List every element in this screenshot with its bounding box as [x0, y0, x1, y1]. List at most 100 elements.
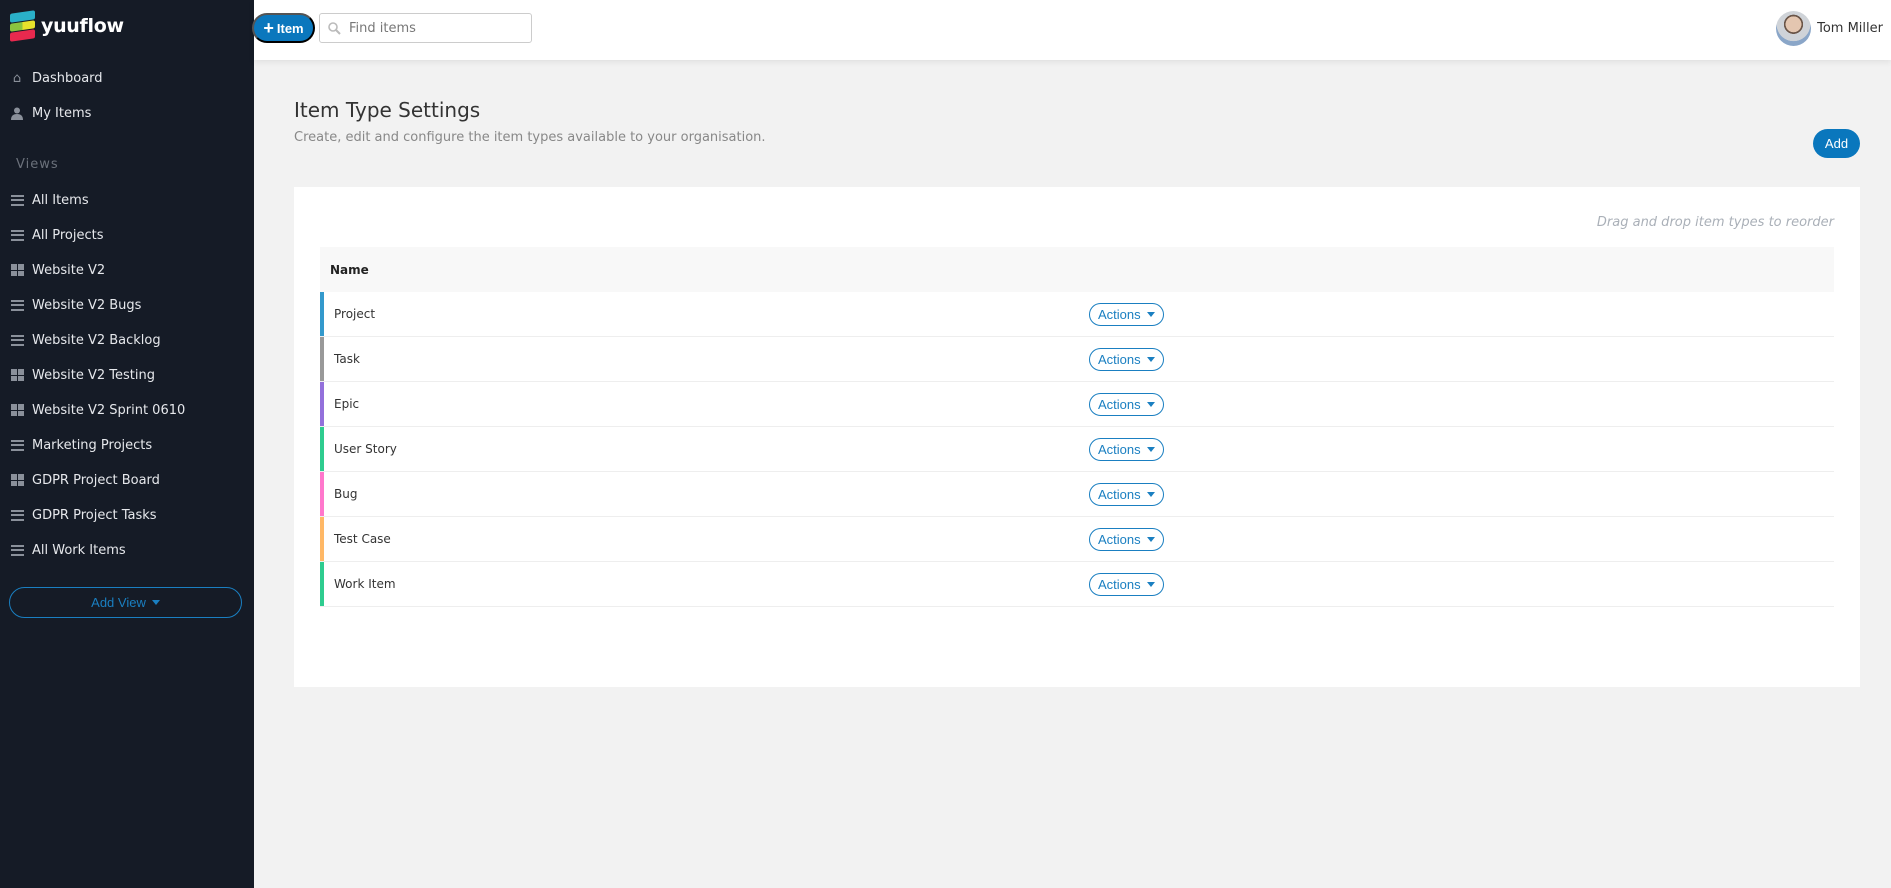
sidebar-view-item[interactable]: Website V2 — [10, 260, 105, 280]
actions-dropdown-button[interactable]: Actions — [1089, 392, 1164, 416]
new-item-label: Item — [276, 20, 304, 36]
views-heading: Views — [16, 157, 59, 172]
page-title: Item Type Settings — [294, 98, 481, 122]
new-item-button[interactable]: + Item — [252, 13, 315, 43]
sidebar-view-item[interactable]: Website V2 Sprint 0610 — [10, 400, 185, 420]
actions-dropdown-button[interactable]: Actions — [1089, 302, 1164, 326]
add-view-button[interactable]: Add View — [9, 587, 242, 618]
type-color-bar — [320, 517, 324, 561]
actions-label: Actions — [1098, 396, 1141, 412]
sidebar-item-label: GDPR Project Tasks — [32, 507, 157, 523]
list-icon — [10, 439, 24, 451]
plus-icon: + — [263, 18, 274, 38]
table-row[interactable]: Epic Actions — [320, 382, 1834, 427]
sidebar: yuuflow ⌂ Dashboard My Items Views All I… — [0, 0, 254, 888]
actions-dropdown-button[interactable]: Actions — [1089, 572, 1164, 596]
caret-down-icon — [1146, 581, 1155, 587]
item-type-name: Bug — [334, 487, 358, 501]
logo[interactable]: yuuflow — [10, 10, 124, 42]
actions-label: Actions — [1098, 531, 1141, 547]
actions-dropdown-button[interactable]: Actions — [1089, 347, 1164, 371]
search-box[interactable] — [319, 13, 532, 43]
sidebar-item-my-items[interactable]: My Items — [10, 103, 91, 123]
table-row[interactable]: Bug Actions — [320, 472, 1834, 517]
caret-down-icon — [1146, 311, 1155, 317]
sidebar-item-label: Marketing Projects — [32, 437, 153, 453]
user-menu[interactable]: Tom Miller — [1776, 11, 1883, 46]
table-row[interactable]: Project Actions — [320, 292, 1834, 337]
sidebar-view-item[interactable]: Website V2 Testing — [10, 365, 155, 385]
board-icon — [10, 474, 24, 486]
actions-label: Actions — [1098, 486, 1141, 502]
brand-name: yuuflow — [41, 15, 124, 37]
sidebar-item-label: Dashboard — [32, 70, 103, 86]
search-icon — [328, 21, 341, 35]
sidebar-view-item[interactable]: GDPR Project Tasks — [10, 505, 157, 525]
page-subtitle: Create, edit and configure the item type… — [294, 130, 766, 145]
list-icon — [10, 544, 24, 556]
list-icon — [10, 194, 24, 206]
sidebar-item-label: All Work Items — [32, 542, 126, 558]
top-bar: +Item Tom Miller — [252, 0, 1891, 60]
sidebar-item-label: All Projects — [32, 227, 104, 243]
board-icon — [10, 369, 24, 381]
sidebar-view-item[interactable]: Website V2 Bugs — [10, 295, 141, 315]
search-input[interactable] — [349, 20, 519, 36]
table-row[interactable]: Test Case Actions — [320, 517, 1834, 562]
actions-label: Actions — [1098, 306, 1141, 322]
actions-label: Actions — [1098, 441, 1141, 457]
sidebar-view-item[interactable]: Marketing Projects — [10, 435, 152, 455]
caret-down-icon — [1146, 491, 1155, 497]
table-row[interactable]: Work Item Actions — [320, 562, 1834, 607]
sidebar-view-item[interactable]: GDPR Project Board — [10, 470, 160, 490]
actions-label: Actions — [1098, 576, 1141, 592]
sidebar-item-label: GDPR Project Board — [32, 472, 160, 488]
reorder-hint: Drag and drop item types to reorder — [1596, 215, 1834, 230]
sidebar-view-item[interactable]: All Work Items — [10, 540, 126, 560]
item-type-name: Work Item — [334, 577, 396, 591]
caret-down-icon — [151, 600, 160, 605]
table-row[interactable]: Task Actions — [320, 337, 1834, 382]
actions-dropdown-button[interactable]: Actions — [1089, 527, 1164, 551]
sidebar-item-label: All Items — [32, 192, 89, 208]
actions-dropdown-button[interactable]: Actions — [1089, 482, 1164, 506]
table-row[interactable]: User Story Actions — [320, 427, 1834, 472]
sidebar-item-dashboard[interactable]: ⌂ Dashboard — [10, 68, 103, 88]
logo-mark-icon — [10, 10, 35, 42]
list-icon — [10, 299, 24, 311]
item-type-name: Test Case — [334, 532, 391, 546]
sidebar-item-label: Website V2 Testing — [32, 367, 155, 383]
item-types-table: Name Project Actions Task Actions Epic Action… — [320, 247, 1834, 607]
sidebar-view-item[interactable]: Website V2 Backlog — [10, 330, 161, 350]
type-color-bar — [320, 382, 324, 426]
home-icon: ⌂ — [12, 70, 22, 86]
sidebar-item-label: Website V2 Backlog — [32, 332, 161, 348]
avatar — [1776, 11, 1812, 46]
add-view-label: Add View — [91, 595, 146, 610]
user-name: Tom Miller — [1817, 21, 1883, 36]
item-type-name: Task — [334, 352, 360, 366]
add-item-type-button[interactable]: Add — [1813, 129, 1860, 158]
list-icon — [10, 229, 24, 241]
item-type-name: Epic — [334, 397, 360, 411]
item-type-name: User Story — [334, 442, 397, 456]
sidebar-item-label: Website V2 — [32, 262, 106, 278]
type-color-bar — [320, 427, 324, 471]
column-header-name: Name — [320, 247, 1834, 292]
board-icon — [10, 264, 24, 276]
actions-dropdown-button[interactable]: Actions — [1089, 437, 1164, 461]
type-color-bar — [320, 472, 324, 516]
item-types-card: Drag and drop item types to reorder Name… — [294, 187, 1860, 687]
caret-down-icon — [1146, 446, 1155, 452]
list-icon — [10, 509, 24, 521]
sidebar-view-item[interactable]: All Items — [10, 190, 89, 210]
item-type-name: Project — [334, 307, 376, 321]
type-color-bar — [320, 337, 324, 381]
board-icon — [10, 404, 24, 416]
list-icon — [10, 334, 24, 346]
caret-down-icon — [1146, 401, 1155, 407]
type-color-bar — [320, 292, 324, 336]
type-color-bar — [320, 562, 324, 606]
sidebar-view-item[interactable]: All Projects — [10, 225, 104, 245]
actions-label: Actions — [1098, 351, 1141, 367]
